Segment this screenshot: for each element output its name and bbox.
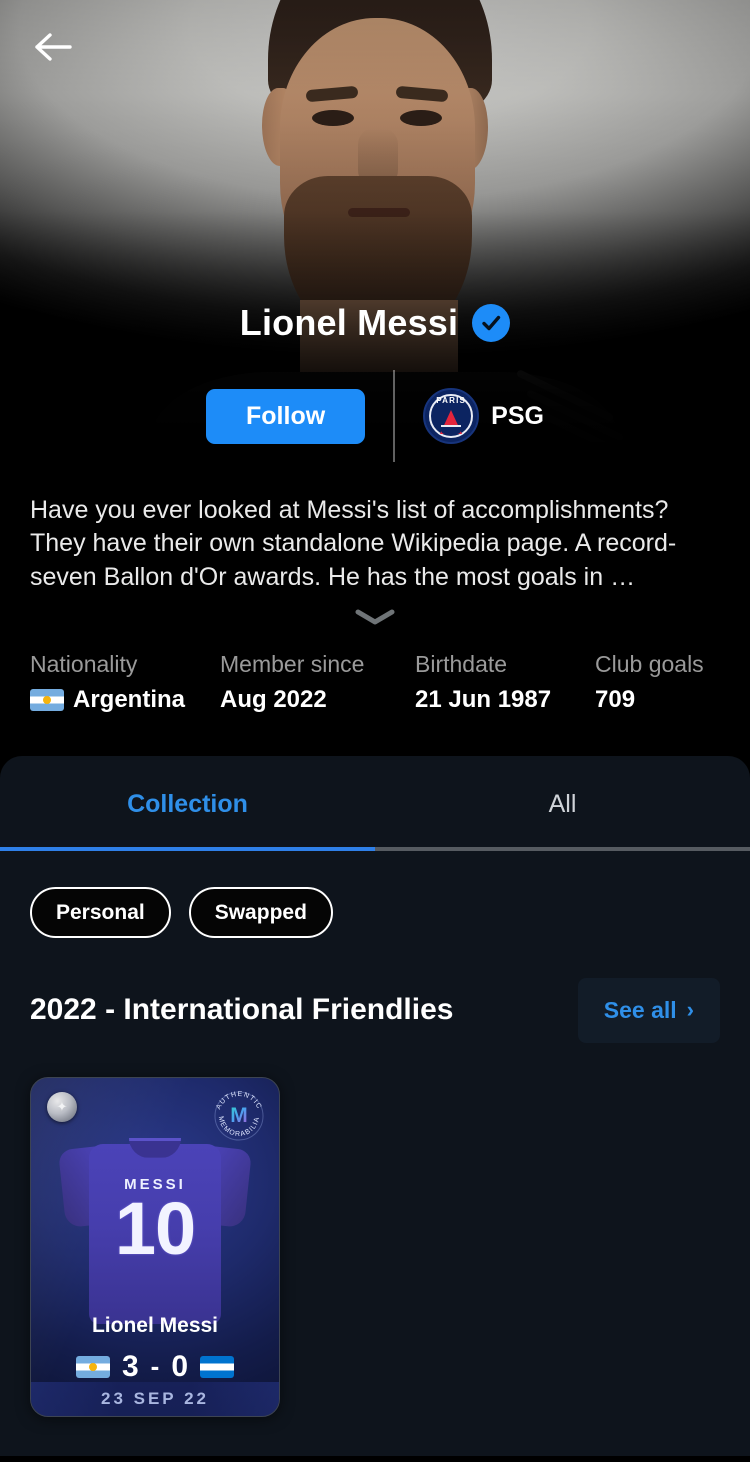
card-date-strip: 23 SEP 22 [31, 1381, 279, 1416]
see-all-label: See all [603, 996, 677, 1023]
tab-all[interactable]: All [375, 756, 750, 847]
stat-nationality: Nationality Argentina [30, 651, 220, 714]
psg-crest-icon: PARIS [423, 388, 480, 444]
see-all-button[interactable]: See all › [577, 977, 720, 1043]
card-date: 23 SEP 22 [101, 1388, 209, 1408]
away-score: 0 [171, 1349, 189, 1383]
filter-chips: Personal Swapped [0, 851, 750, 938]
tab-bar: Collection All [0, 756, 750, 847]
card-score-row: 3 - 0 [31, 1350, 279, 1384]
stat-value: 21 Jun 1987 [415, 685, 552, 713]
page-title: Lionel Messi [239, 302, 459, 343]
tab-collection[interactable]: Collection [0, 756, 375, 847]
stat-label: Club goals [595, 650, 704, 677]
stat-label: Birthdate [415, 650, 508, 677]
bio-section: Have you ever looked at Messi's list of … [0, 470, 750, 641]
honduras-flag-icon [200, 1355, 235, 1378]
score-separator: - [150, 1351, 160, 1382]
action-divider [393, 370, 396, 462]
follow-button[interactable]: Follow [206, 388, 366, 444]
name-row: Lionel Messi [0, 302, 750, 344]
hero-banner: Lionel Messi Follow PARIS PSG [0, 0, 750, 470]
stat-member-since: Member since Aug 2022 [220, 651, 415, 714]
expand-bio-button[interactable] [30, 594, 720, 641]
stat-value: Argentina [30, 686, 220, 714]
profile-actions: Follow PARIS PSG [0, 370, 750, 462]
argentina-flag-icon [75, 1355, 110, 1378]
content-panel: Collection All Personal Swapped 2022 - I… [0, 755, 750, 1456]
home-score: 3 [121, 1349, 139, 1383]
verified-check-icon [472, 304, 511, 342]
bio-text: Have you ever looked at Messi's list of … [30, 496, 677, 591]
stat-birthdate: Birthdate 21 Jun 1987 [415, 651, 595, 714]
section-title: 2022 - International Friendlies [30, 993, 454, 1027]
stats-row: Nationality Argentina Member since Aug 2… [0, 640, 750, 756]
chip-swapped[interactable]: Swapped [188, 886, 333, 938]
argentina-flag-icon [30, 688, 64, 711]
stat-value: 709 [595, 685, 636, 713]
stat-value: Aug 2022 [220, 685, 327, 713]
star-badge-icon: ✦ [47, 1091, 77, 1122]
profile-identity: Lionel Messi Follow PARIS PSG [0, 302, 750, 462]
stat-label: Nationality [30, 650, 138, 677]
jersey-number-text: 10 [114, 1186, 196, 1270]
arrow-left-icon [34, 32, 72, 62]
rarity-star: ✦ [56, 1099, 68, 1115]
tab-active-indicator [0, 846, 375, 851]
stat-label: Member since [220, 650, 365, 677]
stat-value-text: Argentina [73, 685, 186, 713]
chip-personal[interactable]: Personal [30, 886, 171, 938]
moments-row: ✦ AUTHENTIC MEMORABILIA M MESSI 10 Lione… [0, 1043, 750, 1417]
club-link[interactable]: PARIS PSG [423, 388, 544, 444]
club-name-label: PSG [491, 401, 544, 430]
stat-club-goals: Club goals 709 [595, 651, 704, 714]
tab-track [0, 846, 750, 851]
profile-screen: Lionel Messi Follow PARIS PSG Have you e… [0, 0, 750, 1462]
back-button[interactable] [22, 16, 84, 78]
jersey-image: MESSI 10 [58, 1130, 252, 1326]
svg-text:AUTHENTIC: AUTHENTIC [215, 1091, 262, 1111]
card-player-name: Lionel Messi [91, 1313, 219, 1337]
club-badge-text: PARIS [436, 396, 467, 405]
chevron-down-icon [353, 608, 397, 631]
chevron-right-icon: › [686, 997, 694, 1023]
section-header: 2022 - International Friendlies See all … [0, 938, 750, 1043]
moment-card[interactable]: ✦ AUTHENTIC MEMORABILIA M MESSI 10 Lione… [30, 1076, 280, 1417]
